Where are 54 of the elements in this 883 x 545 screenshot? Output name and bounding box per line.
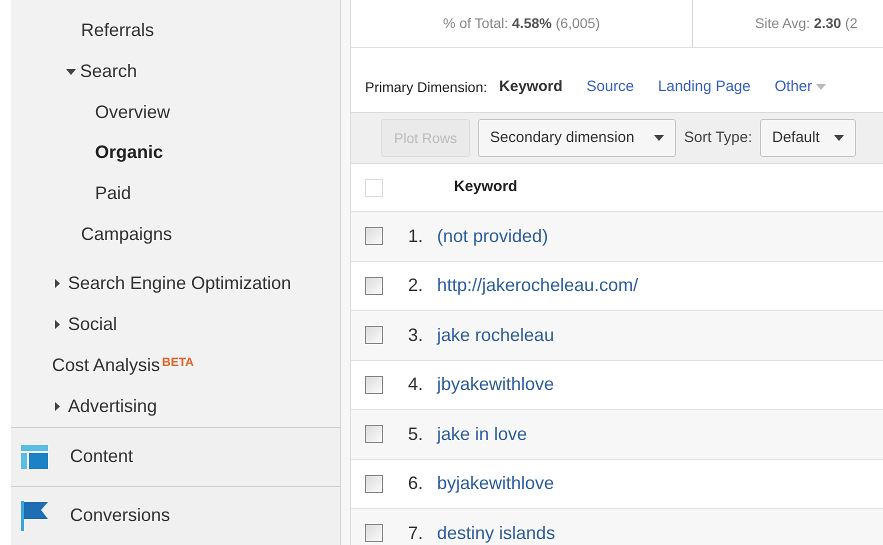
- primary-dimension-label: Primary Dimension:: [365, 78, 488, 97]
- caret-down-icon: [834, 135, 844, 141]
- row-number: 1.: [406, 224, 423, 248]
- nav-item[interactable]: Search: [80, 58, 138, 85]
- layout-icon: [21, 444, 48, 468]
- summary-text: % of Total: 4.58% (6,005): [443, 14, 600, 33]
- caret-right-icon[interactable]: [55, 278, 60, 288]
- row-number: 3.: [406, 324, 423, 347]
- select-all-checkbox[interactable]: [365, 178, 383, 196]
- row-checkbox[interactable]: [365, 227, 383, 246]
- row-number: 4.: [406, 373, 423, 396]
- caret-right-icon[interactable]: [55, 402, 60, 410]
- summary-text: Site Avg: 2.30 (2: [755, 14, 858, 33]
- column-header[interactable]: Keyword: [454, 176, 518, 199]
- nav-item[interactable]: Organic: [95, 139, 164, 166]
- secondary-dimension-dropdown[interactable]: Secondary dimension: [478, 119, 676, 157]
- caret-down-icon: [654, 135, 664, 141]
- row-checkbox[interactable]: [365, 326, 383, 344]
- sort-type-label: Sort Type:: [684, 128, 752, 148]
- nav-item[interactable]: Overview: [95, 98, 170, 126]
- sort-type-dropdown[interactable]: Default: [760, 119, 856, 157]
- dimension-tab[interactable]: Source: [586, 76, 634, 98]
- keyword-link[interactable]: http://jakerocheleau.com/: [437, 272, 638, 300]
- nav-item[interactable]: Cost Analysis: [52, 352, 160, 378]
- keyword-link[interactable]: (not provided): [437, 222, 548, 250]
- row-checkbox[interactable]: [365, 376, 383, 394]
- row-number: 6.: [406, 472, 423, 496]
- keyword-link[interactable]: byjakewithlove: [437, 470, 554, 498]
- nav-item[interactable]: Social: [68, 310, 118, 338]
- row-checkbox[interactable]: [365, 276, 383, 295]
- nav-item[interactable]: Search Engine Optimization: [68, 270, 292, 296]
- nav-item[interactable]: Paid: [95, 180, 132, 207]
- keyword-link[interactable]: jake rocheleau: [437, 322, 554, 349]
- row-checkbox[interactable]: [365, 474, 383, 493]
- beta-label: BETA: [162, 354, 194, 370]
- nav-item[interactable]: Advertising: [68, 392, 158, 420]
- keyword-link[interactable]: jbyakewithlove: [437, 371, 554, 398]
- nav-item[interactable]: Referrals: [81, 17, 154, 44]
- caret-down-icon[interactable]: [66, 68, 76, 74]
- nav-item[interactable]: Campaigns: [81, 220, 172, 248]
- dimension-tab[interactable]: Landing Page: [658, 76, 751, 98]
- row-number: 5.: [406, 422, 423, 446]
- flag-icon: [21, 500, 48, 530]
- keyword-link[interactable]: destiny islands: [437, 520, 556, 545]
- row-checkbox[interactable]: [365, 425, 383, 444]
- caret-right-icon[interactable]: [55, 320, 60, 328]
- dimension-tab[interactable]: Keyword: [499, 76, 562, 98]
- keyword-link[interactable]: jake in love: [437, 420, 528, 448]
- row-number: 7.: [406, 522, 423, 545]
- dimension-tab[interactable]: Other: [774, 76, 826, 98]
- row-number: 2.: [406, 274, 423, 298]
- section-label: Content: [70, 445, 134, 468]
- section-label: Conversions: [70, 504, 170, 527]
- row-checkbox[interactable]: [365, 524, 383, 542]
